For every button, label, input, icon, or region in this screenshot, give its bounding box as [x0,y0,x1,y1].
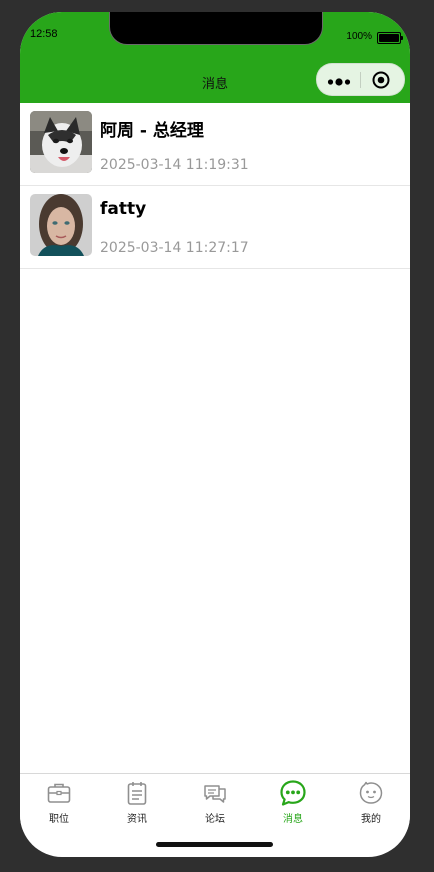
list-item[interactable]: 阿周 - 总经理 2025-03-14 11:19:31 [20,103,410,186]
smiley-face-icon [358,780,384,806]
list-item[interactable]: fatty 2025-03-14 11:27:17 [20,186,410,269]
tab-label: 论坛 [205,814,225,825]
tab-messages[interactable]: 消息 [254,774,332,830]
notepad-icon [124,780,150,806]
sender-name: fatty [100,199,147,219]
target-circle-icon[interactable] [371,70,391,90]
message-timestamp: 2025-03-14 11:19:31 [100,157,249,173]
tab-label: 资讯 [127,814,147,825]
tab-label: 我的 [361,814,381,825]
device-notch [109,12,323,45]
tab-label: 消息 [283,814,303,825]
capsule-divider [360,72,361,88]
app-header: 12:58 100% 消息 [20,12,410,103]
phone-frame: 12:58 100% 消息 阿周 - 总经理 2025-03-14 11:19:… [20,12,410,857]
tab-news[interactable]: 资讯 [98,774,176,830]
status-time: 12:58 [30,28,58,40]
home-indicator[interactable] [156,842,273,847]
bottom-tab-bar: 职位 资讯 论坛 消息 我的 [20,773,410,830]
tab-forum[interactable]: 论坛 [176,774,254,830]
avatar [30,111,92,173]
message-list: 阿周 - 总经理 2025-03-14 11:19:31 fatty 2025-… [20,103,410,269]
chat-bubbles-icon [202,780,228,806]
more-dots-icon[interactable] [327,73,351,86]
message-dots-icon [280,780,306,806]
battery-percent: 100% [346,31,372,42]
briefcase-icon [46,780,72,806]
message-timestamp: 2025-03-14 11:27:17 [100,240,249,256]
tab-profile[interactable]: 我的 [332,774,410,830]
tab-label: 职位 [49,814,69,825]
battery-icon [377,32,403,44]
avatar [30,194,92,256]
sender-name: 阿周 - 总经理 [100,121,204,141]
tab-jobs[interactable]: 职位 [20,774,98,830]
mini-program-capsule [316,63,405,96]
